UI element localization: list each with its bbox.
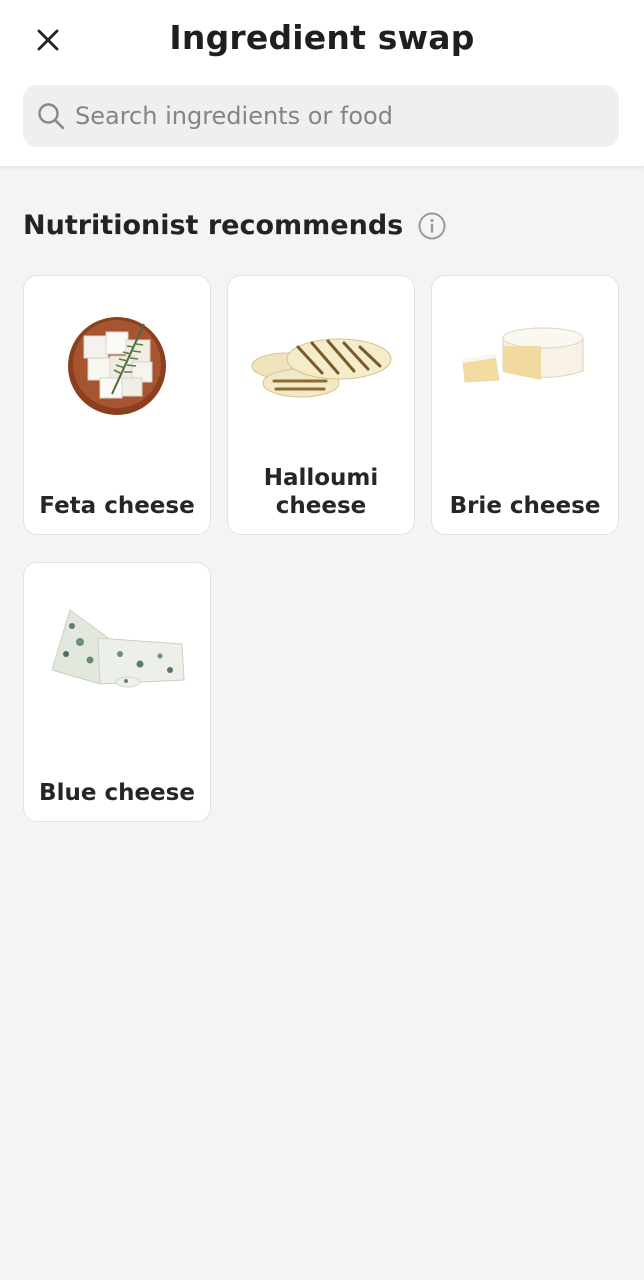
search-icon [35,100,67,132]
search-input[interactable] [73,95,597,137]
blue-cheese-image [24,583,210,713]
section-header: Nutritionist recommends [23,210,447,241]
card-label: Blue cheese [39,780,195,806]
page-title: Ingredient swap [169,18,475,57]
card-brie-cheese[interactable]: Brie cheese [431,275,619,535]
feta-cheese-image [24,296,210,426]
card-blue-cheese[interactable]: Blue cheese [23,562,211,822]
brie-cheese-image [432,296,618,426]
card-label: Feta cheese [39,493,195,519]
card-halloumi-cheese[interactable]: Halloumi cheese [227,275,415,535]
card-label: Brie cheese [449,493,601,519]
card-label: Halloumi cheese [263,465,379,519]
halloumi-cheese-image [228,296,414,426]
card-feta-cheese[interactable]: Feta cheese [23,275,211,535]
info-icon[interactable] [417,211,447,241]
top-bar: Ingredient swap [0,0,644,167]
section-title: Nutritionist recommends [23,210,404,241]
search-bar[interactable] [23,85,619,147]
